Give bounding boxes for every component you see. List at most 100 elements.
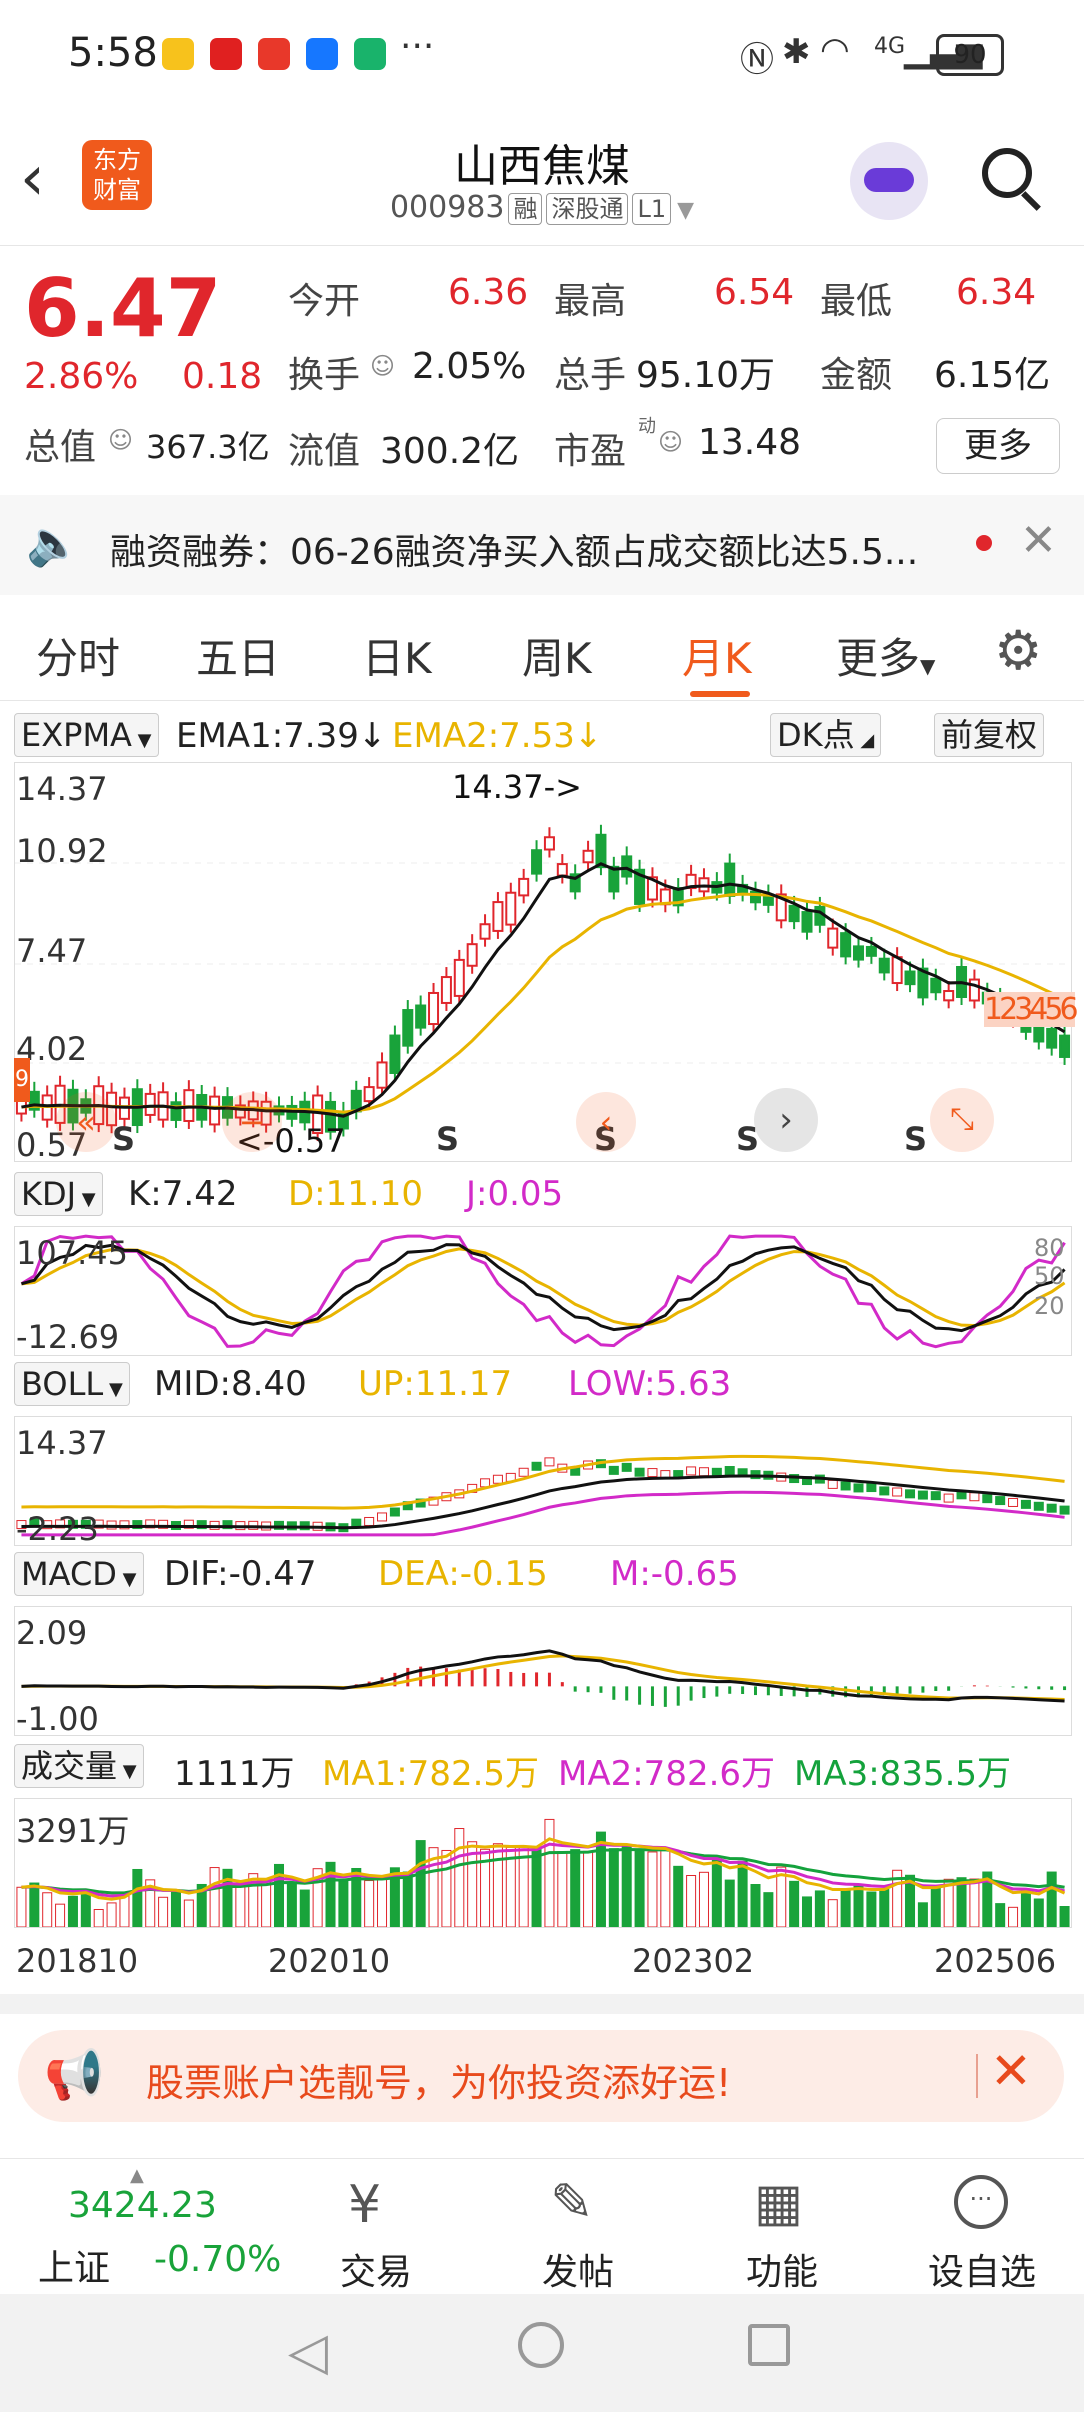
close-icon[interactable]: ✕ — [1020, 515, 1057, 566]
macd-select[interactable]: MACD ▼ — [14, 1552, 144, 1596]
kdj-select[interactable]: KDJ ▼ — [14, 1172, 103, 1216]
more-button[interactable]: 更多 — [936, 418, 1060, 474]
speaker-icon: 🔈 — [26, 518, 81, 569]
nav-add-watchlist[interactable]: 设自选 — [912, 2243, 1052, 2295]
boll-candle — [866, 1483, 877, 1493]
boll-candle — [943, 1493, 954, 1503]
adjust-select[interactable]: 前复权 — [934, 713, 1045, 757]
volume-bar — [583, 1850, 594, 1928]
macd-dea: DEA:-0.15 — [378, 1554, 548, 1594]
index-change[interactable]: -0.70% — [154, 2239, 281, 2280]
volume-bar — [814, 1890, 825, 1928]
boll-low: LOW:5.63 — [568, 1364, 732, 1404]
system-recents-icon[interactable] — [748, 2324, 790, 2366]
system-back-icon[interactable]: ◁ — [288, 2322, 328, 2382]
chevron-down-icon: ▼ — [103, 1379, 123, 1400]
wave-label: 6 — [1059, 992, 1078, 1027]
boll-candle — [917, 1490, 928, 1500]
index-value[interactable]: 3424.23 — [68, 2185, 217, 2226]
gear-icon[interactable]: ⚙ — [994, 619, 1042, 682]
volume-bar — [711, 1858, 722, 1928]
tab-more[interactable]: 更多▼ — [836, 625, 935, 686]
dk-point-button[interactable]: DK点 ◢ — [770, 713, 882, 757]
volume-bar — [827, 1899, 838, 1928]
boll-select[interactable]: BOLL ▼ — [14, 1362, 130, 1406]
next-icon[interactable]: › — [754, 1088, 818, 1152]
message-icon — [210, 38, 242, 70]
volume-y-max: 3291万 — [16, 1812, 130, 1850]
index-name[interactable]: 上证 — [38, 2239, 110, 2291]
more-icon[interactable]: ··· — [954, 2175, 1008, 2229]
tab-monthly-k[interactable]: 月K — [682, 625, 752, 686]
close-icon[interactable]: ✕ — [990, 2042, 1032, 2100]
margin-notice-bar[interactable]: 🔈 融资融券：06-26融资净买入额占成交额比达5.5... ✕ — [0, 495, 1084, 595]
fullscreen-icon[interactable]: ⤡ — [930, 1088, 994, 1152]
chevron-up-icon[interactable]: ▲ — [130, 2165, 144, 2186]
kdj-level-50: 50 — [1034, 1262, 1065, 1290]
candle — [840, 932, 852, 958]
functions-icon[interactable]: ▦ — [754, 2173, 803, 2233]
volume-bar — [299, 1889, 310, 1928]
boll-candle — [518, 1467, 529, 1477]
volume-bar — [969, 1878, 980, 1928]
boll-y-min: -2.23 — [16, 1510, 99, 1548]
boll-candle — [905, 1489, 916, 1499]
volume-bar — [351, 1867, 362, 1928]
volume-bar — [930, 1886, 941, 1928]
tab-intraday[interactable]: 分时 — [36, 625, 120, 686]
volume-bar — [55, 1903, 66, 1928]
pe-dynamic-mark: 动 — [638, 416, 656, 437]
zoom-out-icon[interactable]: − — [222, 1092, 282, 1152]
promo-banner[interactable]: 📢 股票账户选靓号，为你投资添好运! ✕ — [18, 2030, 1064, 2122]
promo-text[interactable]: 股票账户选靓号，为你投资添好运! — [146, 2052, 731, 2107]
chevron-down-icon: ▼ — [117, 1761, 137, 1782]
kdj-panel — [14, 1226, 1072, 1356]
volume-bar — [158, 1896, 169, 1928]
main-indicator-select[interactable]: EXPMA ▼ — [14, 713, 159, 757]
y-label-max: 14.37 — [16, 770, 108, 808]
scroll-left-icon[interactable]: « — [56, 1092, 116, 1152]
tab-daily-k[interactable]: 日K — [362, 625, 432, 686]
tab-five-day[interactable]: 五日 — [196, 625, 280, 686]
candle — [428, 991, 440, 1026]
volume-bar — [1033, 1898, 1044, 1928]
volume-bar — [1059, 1906, 1070, 1928]
info-icon[interactable]: ☺ — [370, 352, 395, 380]
search-icon[interactable] — [982, 148, 1032, 198]
trade-icon[interactable]: ¥ — [348, 2175, 381, 2235]
nav-trade[interactable]: 交易 — [306, 2243, 446, 2295]
boll-candle — [698, 1467, 709, 1477]
prev-icon[interactable]: ‹ — [576, 1092, 636, 1152]
left-marker: 9 — [14, 1058, 30, 1102]
notice-text[interactable]: 融资融券：06-26融资净买入额占成交额比达5.5... — [110, 523, 918, 575]
tab-weekly-k[interactable]: 周K — [522, 625, 592, 686]
candle — [505, 891, 517, 926]
system-home-icon[interactable] — [518, 2322, 564, 2368]
candle — [968, 978, 980, 1002]
kline-panel[interactable] — [14, 762, 1072, 1162]
x-label: 202302 — [632, 1942, 755, 1980]
shield-icon — [354, 38, 386, 70]
volume-select[interactable]: 成交量 ▼ — [14, 1744, 144, 1788]
chevron-down-icon[interactable]: ▼ — [677, 198, 694, 223]
volume-bar — [608, 1848, 619, 1928]
boll-candle — [1059, 1505, 1070, 1515]
volume-bar — [132, 1868, 143, 1928]
boll-candle — [995, 1496, 1006, 1506]
volume-bar — [531, 1848, 542, 1928]
max-annotation: 14.37-> — [452, 768, 582, 806]
nav-functions[interactable]: 功能 — [712, 2243, 852, 2295]
assistant-robot-icon[interactable] — [850, 142, 928, 220]
nav-post[interactable]: 发帖 — [508, 2243, 648, 2295]
network-type: 4G — [874, 34, 906, 59]
info-icon[interactable]: ☺ — [108, 426, 133, 454]
dk-point-label: DK点 — [777, 716, 855, 754]
high-label: 最高 — [554, 281, 627, 322]
volume-bar — [686, 1875, 697, 1928]
float-cap: 300.2亿 — [380, 431, 520, 472]
volume-bar — [235, 1886, 246, 1928]
info-icon[interactable]: ☺ — [658, 428, 683, 456]
kdj-level-80: 80 — [1034, 1234, 1065, 1262]
post-icon[interactable]: ✎ — [550, 2173, 594, 2233]
boll-candle — [364, 1516, 375, 1526]
